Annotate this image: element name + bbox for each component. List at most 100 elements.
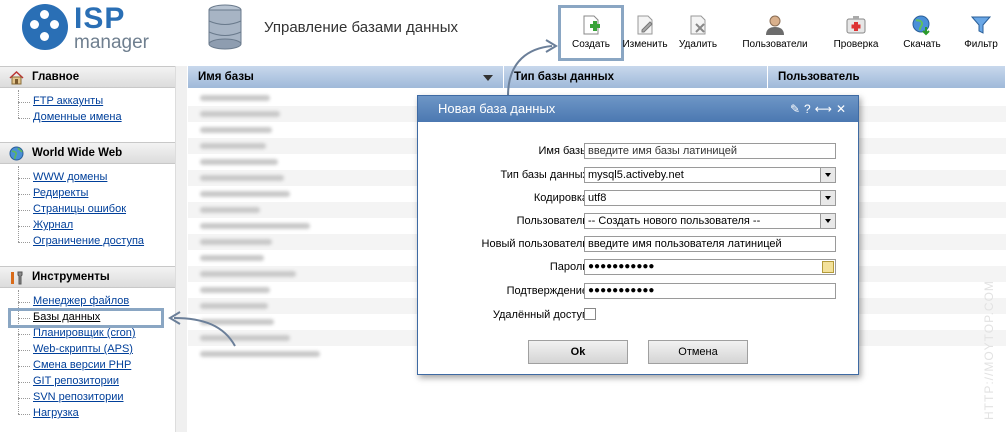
resize-icon[interactable]: ⟷ [815, 102, 836, 116]
blurred-cell [200, 271, 296, 277]
sidebar-section-tools[interactable]: Инструменты [0, 266, 175, 288]
isp-manager-logo[interactable]: ISP manager [22, 2, 182, 56]
globe-download-icon [912, 15, 930, 36]
pin-icon[interactable]: ✎ [790, 102, 804, 116]
home-icon [9, 70, 24, 85]
sidebar-section-www[interactable]: World Wide Web [0, 142, 175, 164]
blurred-cell [200, 207, 260, 213]
chevron-down-icon [820, 191, 835, 205]
tools-icon [11, 271, 23, 285]
logo-manager-text: manager [74, 32, 149, 53]
sidebar-item-file-manager[interactable]: Менеджер файлов [33, 295, 129, 307]
new-user-label: Новый пользователь [481, 238, 588, 250]
column-header-db-name[interactable]: Имя базы [188, 66, 504, 88]
sidebar-item-svn[interactable]: SVN репозитории [33, 391, 124, 403]
sidebar-item-redirects[interactable]: Редиректы [33, 187, 88, 199]
globe-icon [9, 146, 24, 161]
cancel-button[interactable]: Отмена [648, 340, 748, 364]
blurred-cell [200, 319, 274, 325]
new-database-dialog: Новая база данных ✎?⟷✕ Имя базы введите … [417, 95, 859, 375]
filter-label: Фильтр [964, 39, 998, 50]
blurred-cell [200, 95, 270, 101]
blurred-cell [200, 223, 310, 229]
blurred-cell [200, 255, 264, 261]
check-button[interactable]: Проверка [828, 8, 884, 56]
blurred-cell [200, 175, 284, 181]
sidebar-item-cron[interactable]: Планировщик (cron) [33, 327, 136, 339]
blurred-cell [200, 239, 272, 245]
sidebar-scrollbar[interactable] [175, 66, 187, 432]
sidebar-item-access-limit[interactable]: Ограничение доступа [33, 235, 144, 247]
remote-access-checkbox[interactable] [584, 308, 596, 320]
user-select[interactable]: -- Создать нового пользователя -- [584, 213, 836, 229]
edit-icon [637, 15, 653, 35]
delete-button[interactable]: Удалить [674, 8, 722, 56]
close-icon[interactable]: ✕ [836, 102, 850, 116]
dialog-title: Новая база данных [438, 101, 556, 116]
encoding-label: Кодировка [533, 192, 588, 204]
chevron-down-icon [820, 168, 835, 182]
first-aid-icon [846, 16, 866, 34]
filter-icon [970, 16, 992, 34]
blurred-cell [200, 351, 320, 357]
sort-desc-icon [483, 75, 493, 81]
help-icon[interactable]: ? [804, 102, 815, 116]
new-user-input[interactable]: введите имя пользователя латиницей [584, 236, 836, 252]
blurred-cell [200, 303, 268, 309]
confirm-password-input[interactable]: ●●●●●●●●●●● [584, 283, 836, 299]
edit-label: Изменить [622, 39, 668, 50]
blurred-cell [200, 191, 290, 197]
blurred-cell [200, 335, 290, 341]
filter-button[interactable]: Фильтр [958, 8, 1004, 56]
blurred-cell [200, 143, 266, 149]
sidebar-item-domains[interactable]: Доменные имена [33, 111, 122, 123]
blurred-cell [200, 111, 280, 117]
sidebar-section-main[interactable]: Главное [0, 66, 175, 88]
watermark-text: HTTP://MOYTOP.COM [982, 280, 996, 420]
selected-item-highlight [8, 308, 164, 328]
logo-icon [22, 4, 68, 50]
column-header-user[interactable]: Пользователь [768, 66, 1006, 88]
sidebar-item-www-domains[interactable]: WWW домены [33, 171, 107, 183]
create-highlight [558, 5, 624, 61]
sidebar: Главное FTP аккаунты Доменные имена Worl… [0, 66, 187, 432]
encoding-select[interactable]: utf8 [584, 190, 836, 206]
sidebar-item-php-version[interactable]: Смена версии PHP [33, 359, 131, 371]
database-icon [208, 4, 242, 50]
dialog-title-bar[interactable]: Новая база данных ✎?⟷✕ [418, 96, 858, 122]
remote-access-label: Удалённый доступ [492, 309, 588, 321]
sidebar-item-ftp[interactable]: FTP аккаунты [33, 95, 103, 107]
sidebar-item-web-scripts[interactable]: Web-скрипты (APS) [33, 343, 133, 355]
db-type-label: Тип базы данных [500, 169, 588, 181]
page-title: Управление базами данных [264, 19, 458, 36]
download-label: Скачать [903, 39, 941, 50]
user-label: Пользователь [516, 215, 588, 227]
blurred-cell [200, 127, 272, 133]
sidebar-item-journal[interactable]: Журнал [33, 219, 73, 231]
db-type-select[interactable]: mysql5.activeby.net [584, 167, 836, 183]
users-button[interactable]: Пользователи [737, 8, 813, 56]
users-label: Пользователи [742, 39, 808, 50]
delete-icon [690, 15, 706, 35]
password-input[interactable]: ●●●●●●●●●●● [584, 259, 836, 275]
section-title: World Wide Web [32, 147, 123, 159]
password-label: Пароль [549, 261, 588, 273]
db-name-input[interactable]: введите имя базы латиницей [584, 143, 836, 159]
section-title: Инструменты [32, 271, 110, 283]
check-label: Проверка [833, 39, 879, 50]
blurred-cell [200, 159, 278, 165]
ok-button[interactable]: Ok [528, 340, 628, 364]
column-header-db-type[interactable]: Тип базы данных [504, 66, 768, 88]
sidebar-item-git[interactable]: GIT репозитории [33, 375, 119, 387]
sidebar-item-error-pages[interactable]: Страницы ошибок [33, 203, 126, 215]
edit-button[interactable]: Изменить [620, 8, 670, 56]
key-generator-icon[interactable] [822, 261, 834, 273]
user-icon [766, 15, 784, 35]
chevron-down-icon [820, 214, 835, 228]
app-header: ISP manager Управление базами данных Соз… [0, 0, 1006, 66]
sidebar-item-load[interactable]: Нагрузка [33, 407, 79, 419]
logo-isp-text: ISP [74, 2, 126, 35]
download-button[interactable]: Скачать [897, 8, 947, 56]
blurred-cell [200, 287, 270, 293]
delete-label: Удалить [678, 39, 718, 50]
